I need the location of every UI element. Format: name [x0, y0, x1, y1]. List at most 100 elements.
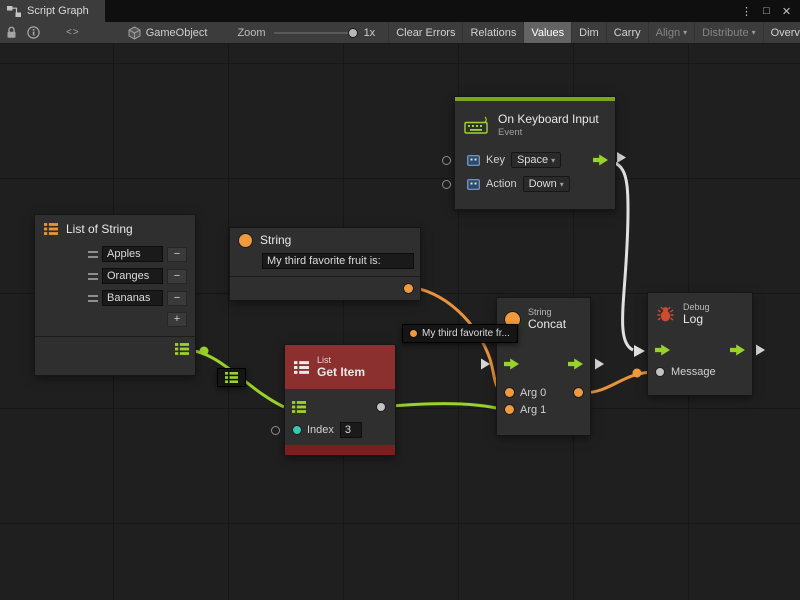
add-item-row: + — [35, 309, 195, 329]
overview-button[interactable]: Overv — [763, 22, 800, 44]
list-icon — [294, 361, 309, 374]
list-output-port[interactable] — [175, 343, 189, 355]
node-category: Debug — [683, 302, 710, 312]
graph-canvas[interactable]: On Keyboard Input Event Key Space ▾ — [0, 44, 800, 600]
node-title: List of String — [66, 222, 133, 236]
window-close-icon[interactable]: ✕ — [778, 3, 795, 20]
dropdown-arrow-icon: ▾ — [683, 28, 687, 37]
relations-button[interactable]: Relations — [462, 22, 523, 44]
node-title: On Keyboard Input — [498, 112, 599, 126]
node-header: Debug Log — [648, 293, 752, 335]
string-type-icon — [239, 234, 252, 247]
node-list-of-string[interactable]: List of String − − − + — [35, 215, 195, 375]
string-value-input[interactable] — [262, 253, 414, 269]
align-button[interactable]: Align ▾ — [648, 22, 694, 44]
zoom-slider[interactable] — [274, 22, 358, 44]
gameobject-icon — [128, 26, 141, 40]
flow-input-port[interactable] — [655, 345, 670, 356]
window-maximize-icon[interactable]: □ — [758, 3, 775, 20]
node-on-keyboard-input[interactable]: On Keyboard Input Event Key Space ▾ — [455, 97, 615, 209]
lock-icon[interactable] — [6, 26, 17, 39]
result-output-port[interactable] — [574, 388, 583, 397]
align-label: Align — [656, 27, 680, 39]
remove-item-button[interactable]: − — [167, 269, 187, 284]
arg0-row: Arg 0 — [497, 384, 590, 401]
flow-row — [648, 339, 752, 361]
values-button[interactable]: Values — [523, 22, 571, 44]
list-item-input[interactable] — [102, 290, 163, 306]
info-icon[interactable] — [27, 26, 40, 39]
string-output-port[interactable] — [404, 284, 413, 293]
zoom-handle[interactable] — [348, 28, 358, 38]
node-get-item[interactable]: List Get Item Index — [285, 345, 395, 455]
window-menu-icon[interactable]: ⋮ — [738, 3, 755, 20]
drag-handle-icon[interactable] — [88, 295, 98, 302]
message-input-port[interactable] — [656, 368, 664, 376]
string-value-tooltip: My third favorite fr... — [402, 324, 518, 343]
remove-item-button[interactable]: − — [167, 247, 187, 262]
key-dropdown-value: Space — [517, 154, 548, 166]
node-string-literal[interactable]: String — [230, 228, 420, 300]
arg0-input-port[interactable] — [505, 388, 514, 397]
arg1-input-port[interactable] — [505, 405, 514, 414]
trigger-output-port[interactable] — [593, 155, 608, 166]
flow-output-port[interactable] — [730, 345, 745, 356]
action-port-label: Action — [486, 178, 517, 190]
item-output-port[interactable] — [377, 403, 385, 411]
tab-script-graph[interactable]: Script Graph — [0, 0, 105, 22]
node-header: List of String — [35, 215, 195, 243]
string-preview-text: My third favorite fr... — [422, 328, 510, 339]
action-dropdown[interactable]: Down ▾ — [523, 176, 570, 192]
index-input-port[interactable] — [293, 426, 301, 434]
index-input[interactable] — [340, 422, 362, 438]
code-view-icon[interactable]: <> — [66, 27, 80, 38]
graph-target-label: GameObject — [146, 27, 208, 39]
drag-handle-icon[interactable] — [88, 273, 98, 280]
input-port-indicator[interactable] — [271, 426, 280, 435]
flow-output-port[interactable] — [568, 359, 583, 370]
clear-errors-button[interactable]: Clear Errors — [388, 22, 462, 44]
node-header: List Get Item — [285, 345, 395, 389]
list-item-input[interactable] — [102, 246, 163, 262]
script-graph-icon — [7, 6, 21, 17]
node-title: String — [260, 233, 291, 247]
node-footer-bar — [285, 445, 395, 455]
index-label: Index — [307, 424, 334, 436]
distribute-button[interactable]: Distribute ▾ — [694, 22, 762, 44]
action-port-row: Action Down ▾ — [455, 172, 615, 196]
input-port-indicator[interactable] — [442, 180, 451, 189]
tab-title: Script Graph — [27, 5, 89, 17]
message-label: Message — [671, 366, 716, 378]
node-title: Get Item — [317, 365, 365, 379]
key-dropdown[interactable]: Space ▾ — [511, 152, 561, 168]
remove-item-button[interactable]: − — [167, 291, 187, 306]
list-item-row: − — [35, 287, 195, 309]
string-output-row — [230, 276, 420, 300]
flow-input-port[interactable] — [504, 359, 519, 370]
node-debug-log[interactable]: Debug Log Message — [648, 293, 752, 395]
list-item-row: − — [35, 265, 195, 287]
flow-marker-keyboard-out — [617, 152, 626, 163]
keycode-type-icon — [467, 155, 480, 166]
key-port-row: Key Space ▾ — [455, 148, 615, 172]
wire-getitem-to-concat[interactable] — [381, 404, 505, 410]
add-item-button[interactable]: + — [167, 312, 187, 327]
zoom-label: Zoom — [237, 27, 265, 39]
list-input-port[interactable] — [292, 401, 306, 413]
drag-handle-icon[interactable] — [88, 251, 98, 258]
wire-concat-to-message[interactable] — [582, 372, 655, 393]
node-category: List — [317, 355, 365, 365]
list-item-input[interactable] — [102, 268, 163, 284]
dim-button[interactable]: Dim — [571, 22, 606, 44]
unity-script-graph-window: Script Graph ⋮ □ ✕ <> GameObject Zoom 1x — [0, 0, 800, 600]
carry-button[interactable]: Carry — [606, 22, 648, 44]
input-port-indicator[interactable] — [442, 156, 451, 165]
graph-target[interactable]: GameObject — [128, 26, 208, 40]
node-concat[interactable]: String Concat Arg 0 Arg — [497, 298, 590, 435]
flow-marker-log-out — [756, 345, 765, 356]
list-icon — [225, 372, 238, 383]
window-controls: ⋮ □ ✕ — [738, 3, 800, 20]
list-type-icon — [44, 223, 58, 235]
node-header: On Keyboard Input Event — [455, 101, 615, 148]
index-row: Index — [285, 419, 395, 441]
